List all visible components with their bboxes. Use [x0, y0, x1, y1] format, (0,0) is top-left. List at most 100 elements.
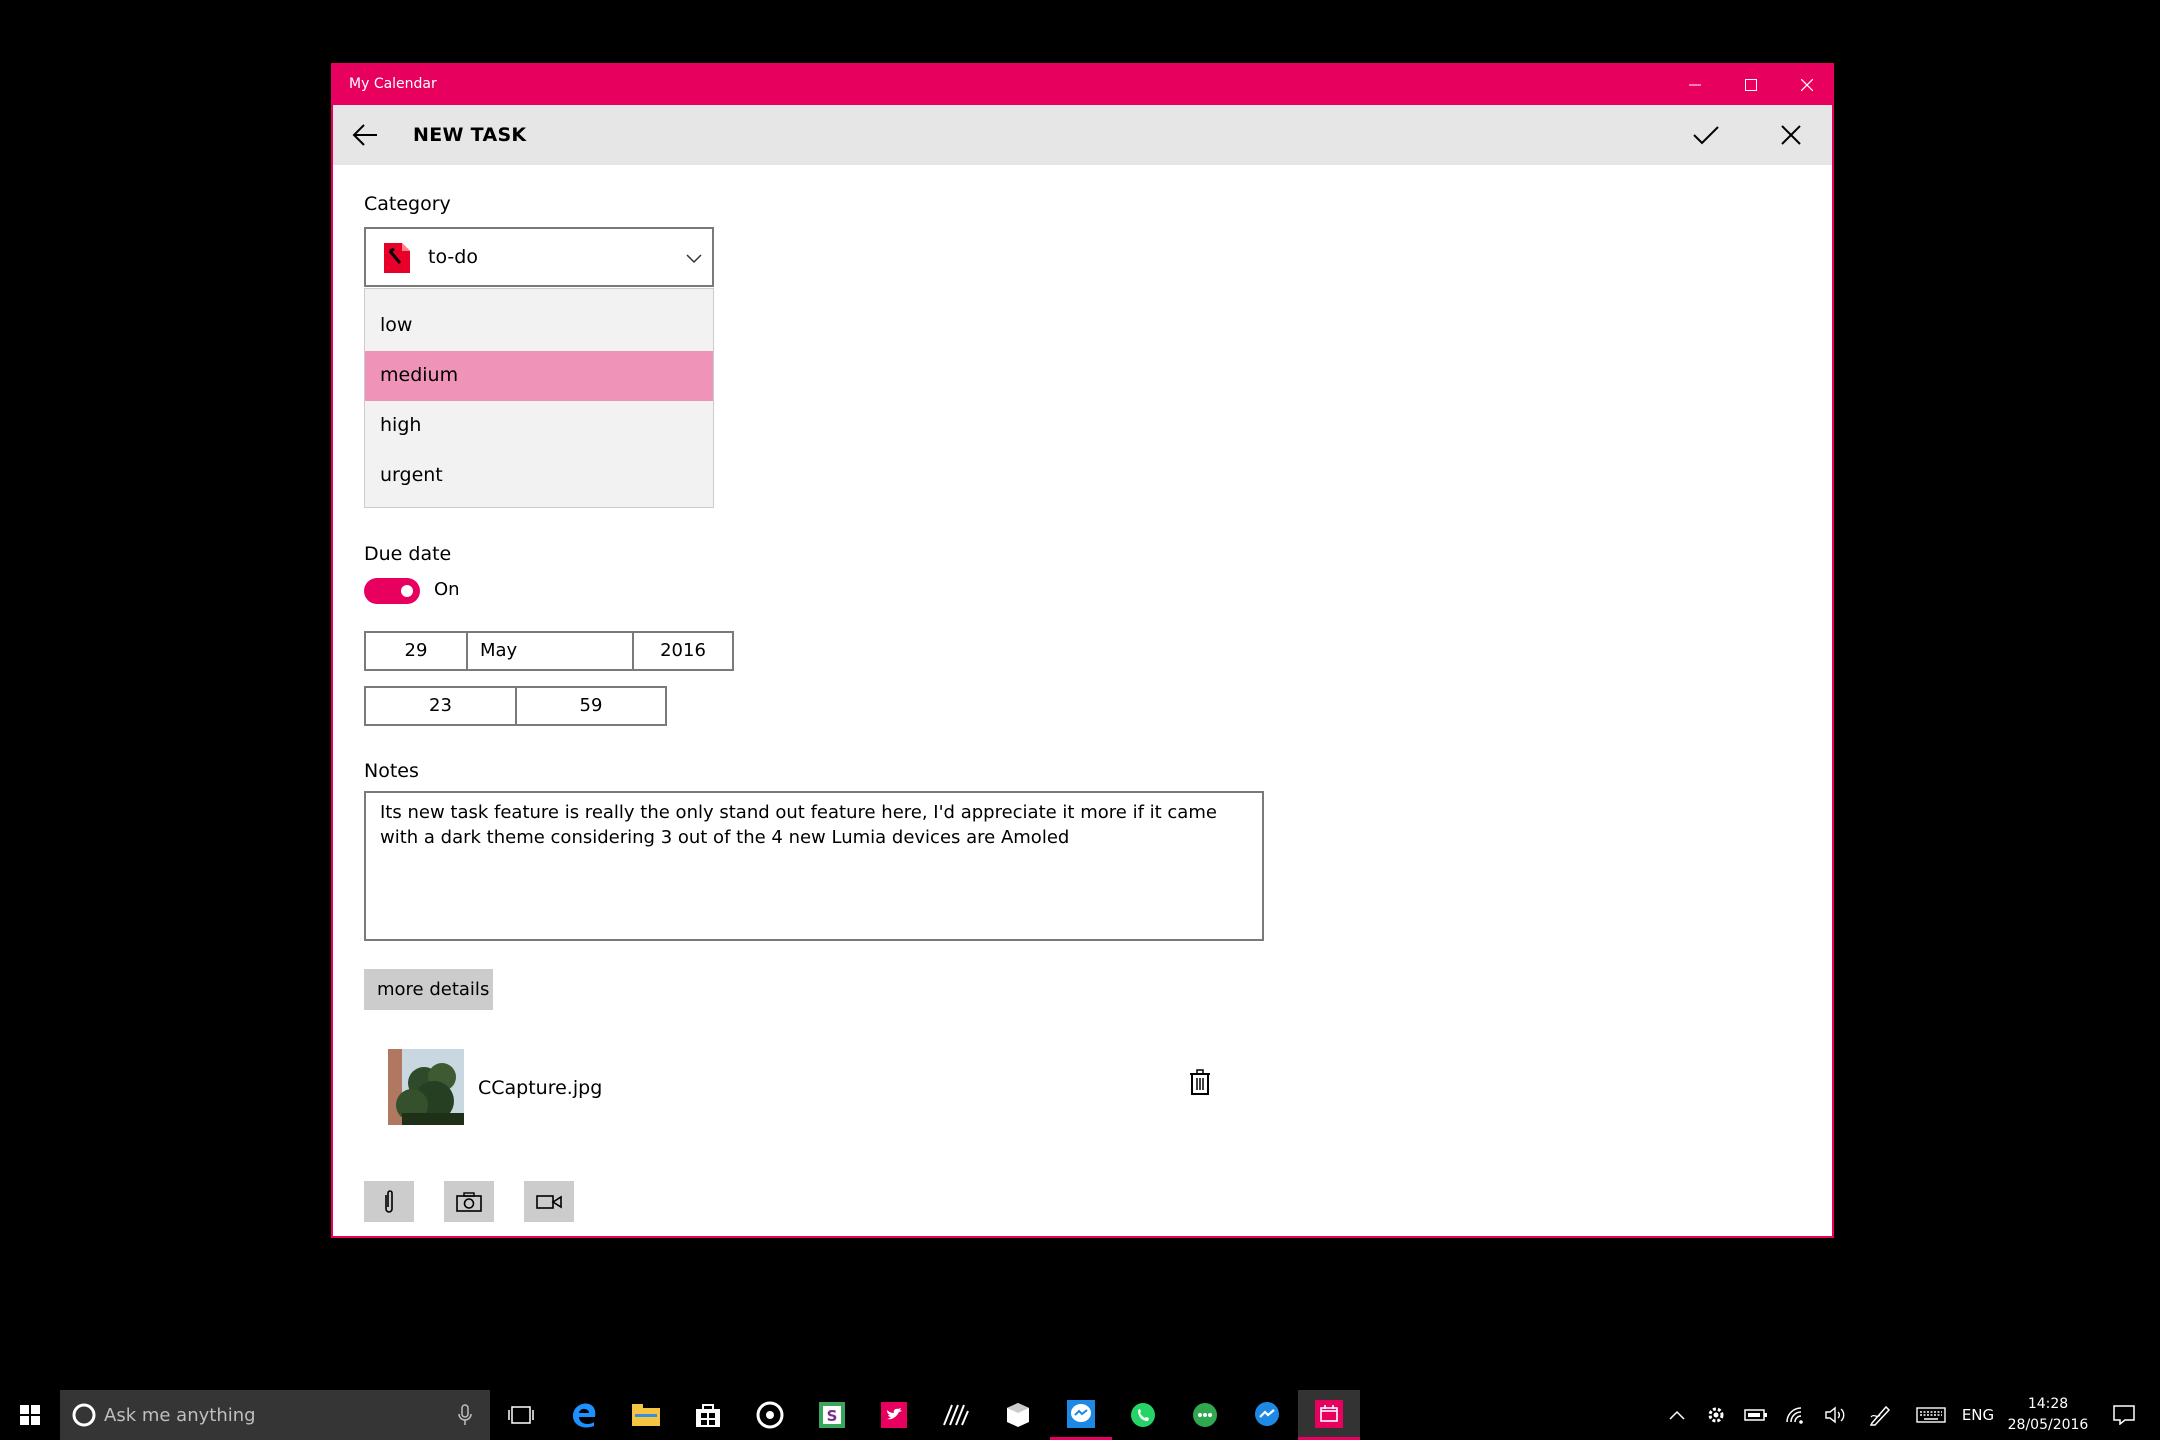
svg-text:S: S [827, 1407, 838, 1425]
battery-icon [1744, 1409, 1767, 1421]
category-label: Category [364, 193, 451, 215]
maximize-button[interactable] [1723, 65, 1779, 105]
cancel-button[interactable] [1761, 105, 1821, 165]
taskbar-whatsapp[interactable] [1112, 1390, 1174, 1440]
speaker-icon [1825, 1406, 1845, 1424]
windows-logo-icon [20, 1405, 40, 1425]
page-title: NEW TASK [413, 124, 527, 146]
minimize-icon [1689, 84, 1701, 86]
app-window: My Calendar NEW TASK Category to-do low … [331, 63, 1834, 1238]
taskbar-file-explorer[interactable] [615, 1390, 677, 1440]
action-center-button[interactable] [2104, 1390, 2144, 1440]
tray-battery[interactable] [1738, 1390, 1774, 1440]
gear-icon [1708, 1407, 1724, 1423]
slack-icon: S [819, 1402, 845, 1428]
waves-icon [943, 1404, 969, 1426]
taskbar-my-calendar[interactable] [1298, 1390, 1360, 1440]
dropdown-option-high[interactable]: high [365, 401, 713, 451]
option-label: high [380, 414, 422, 436]
more-details-label: more details [377, 979, 490, 1000]
category-todo-icon [384, 243, 410, 273]
search-placeholder: Ask me anything [104, 1405, 256, 1426]
month-field[interactable]: May [480, 633, 630, 669]
due-date-toggle[interactable] [364, 578, 420, 604]
taskbar-app-waves[interactable] [925, 1390, 987, 1440]
minute-field[interactable]: 59 [517, 688, 665, 724]
cortana-search-box[interactable]: Ask me anything [60, 1390, 490, 1440]
delete-attachment-button[interactable] [1185, 1065, 1215, 1099]
chevron-up-icon [1669, 1410, 1685, 1420]
back-button[interactable] [335, 105, 395, 165]
messenger-icon [1067, 1399, 1095, 1428]
checkmark-icon [1693, 126, 1719, 145]
close-window-button[interactable] [1779, 65, 1835, 105]
task-view-icon [508, 1406, 534, 1424]
option-label: low [380, 314, 413, 336]
dropdown-option-medium[interactable]: medium [365, 351, 713, 401]
tray-language[interactable]: ENG [1960, 1390, 1996, 1440]
tray-settings[interactable] [1698, 1390, 1734, 1440]
hour-field[interactable]: 23 [366, 688, 515, 724]
wifi-icon [1786, 1407, 1803, 1424]
trash-icon [1190, 1069, 1210, 1095]
box-icon [1007, 1403, 1029, 1427]
day-field[interactable]: 29 [366, 633, 466, 669]
taskbar-messenger[interactable] [1236, 1390, 1298, 1440]
more-details-button[interactable]: more details [364, 969, 493, 1010]
taskbar-messenger-blue[interactable] [1050, 1390, 1112, 1440]
tray-network[interactable] [1778, 1390, 1814, 1440]
record-video-button[interactable] [524, 1181, 574, 1222]
page-header: NEW TASK [333, 105, 1832, 165]
tray-touch-keyboard[interactable] [1912, 1390, 1950, 1440]
taskbar-groove[interactable] [739, 1390, 801, 1440]
tray-pen-workspace[interactable] [1862, 1390, 1898, 1440]
taskbar-store[interactable] [677, 1390, 739, 1440]
tray-clock[interactable]: 14:28 28/05/2016 [2000, 1394, 2096, 1436]
category-combobox[interactable]: to-do [364, 227, 714, 287]
attachment-thumbnail[interactable] [388, 1049, 464, 1125]
clock-date: 28/05/2016 [2007, 1417, 2089, 1433]
category-dropdown-list: low medium high urgent [364, 288, 714, 508]
start-button[interactable] [0, 1390, 60, 1440]
clock-time: 14:28 [2027, 1396, 2069, 1412]
folder-icon [632, 1404, 660, 1426]
notes-textarea[interactable]: Its new task feature is really the only … [364, 791, 1264, 941]
option-label: medium [380, 364, 459, 386]
time-picker[interactable]: 23 59 [364, 686, 667, 726]
taskbar-edge[interactable] [553, 1390, 615, 1440]
chat-bubble-icon [1193, 1403, 1217, 1427]
dropdown-option-low[interactable]: low [365, 301, 713, 351]
dropdown-option-urgent[interactable]: urgent [365, 451, 713, 501]
close-icon [1801, 79, 1813, 91]
title-bar[interactable]: My Calendar [333, 65, 1832, 105]
attach-file-button[interactable] [364, 1181, 414, 1222]
keyboard-icon [1916, 1407, 1946, 1423]
arrow-left-icon [352, 124, 377, 146]
window-title: My Calendar [349, 76, 437, 92]
show-hidden-icons-button[interactable] [1660, 1390, 1694, 1440]
save-button[interactable] [1676, 105, 1736, 165]
cortana-icon [72, 1403, 96, 1427]
task-view-button[interactable] [490, 1390, 552, 1440]
messenger-icon [1255, 1402, 1279, 1426]
maximize-icon [1745, 79, 1757, 91]
minimize-button[interactable] [1667, 65, 1723, 105]
toggle-state-label: On [434, 579, 460, 600]
option-label: urgent [380, 464, 443, 486]
tray-volume[interactable] [1818, 1390, 1854, 1440]
close-icon [1781, 125, 1801, 145]
divider [466, 633, 468, 669]
notes-label: Notes [364, 760, 419, 782]
whatsapp-icon [1131, 1403, 1155, 1427]
year-field[interactable]: 2016 [634, 633, 732, 669]
date-picker[interactable]: 29 May 2016 [364, 631, 734, 671]
taskbar-slack[interactable]: S [801, 1390, 863, 1440]
taskbar-tweetium[interactable] [863, 1390, 925, 1440]
image-thumbnail-icon [388, 1049, 464, 1125]
taskbar-app-box[interactable] [987, 1390, 1049, 1440]
bird-icon [881, 1402, 907, 1428]
microphone-icon[interactable] [458, 1404, 472, 1426]
taskbar-messaging[interactable] [1174, 1390, 1236, 1440]
camera-icon [456, 1191, 482, 1212]
take-photo-button[interactable] [444, 1181, 494, 1222]
